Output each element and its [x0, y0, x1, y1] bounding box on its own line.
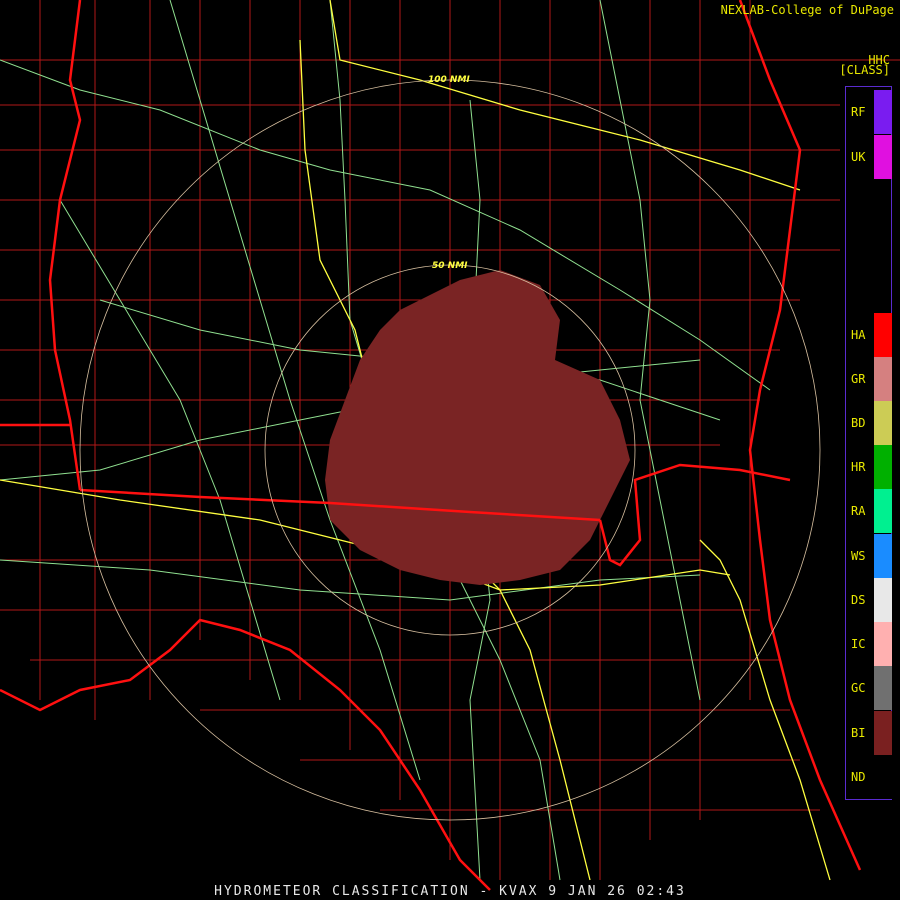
legend-label-bi: BI — [851, 726, 866, 740]
legend-label-ws: WS — [851, 549, 866, 563]
legend-label-uk: UK — [851, 150, 866, 164]
radar-map: 100 NMI 50 NMI — [0, 0, 900, 891]
legend-label-ha: HA — [851, 328, 866, 342]
legend-swatch-nd — [874, 755, 892, 799]
ring-label-100: 100 NMI — [428, 75, 470, 85]
ring-label-50: 50 NMI — [432, 261, 468, 271]
legend-swatch-ic — [874, 622, 892, 666]
legend-label-hr: HR — [851, 460, 866, 474]
legend-label-nd: ND — [851, 770, 866, 784]
legend-label-ds: DS — [851, 593, 866, 607]
legend-label-rf: RF — [851, 105, 866, 119]
legend-label-ra: RA — [851, 504, 866, 518]
legend-swatch-bi — [874, 711, 892, 755]
legend-label-ic: IC — [851, 637, 866, 651]
radar-echo — [325, 270, 630, 585]
legend-swatch-bd — [874, 401, 892, 445]
credit-label: NEXLAB-College of DuPage — [720, 3, 894, 17]
legend-swatch-ha — [874, 313, 892, 357]
legend-swatch-gr — [874, 357, 892, 401]
legend-label-bd: BD — [851, 416, 866, 430]
product-class: [CLASS] — [839, 63, 890, 77]
legend-swatch-gc — [874, 666, 892, 710]
legend-swatch-rf — [874, 90, 892, 134]
footer-caption: HYDROMETEOR CLASSIFICATION - KVAX 9 JAN … — [214, 884, 686, 899]
legend-label-gr: GR — [851, 372, 866, 386]
legend-swatch-ds — [874, 578, 892, 622]
legend-swatch-hr — [874, 445, 892, 489]
legend-swatch-ws — [874, 534, 892, 578]
legend-swatch-ra — [874, 489, 892, 533]
legend-label-gc: GC — [851, 681, 866, 695]
legend-swatch-uk — [874, 135, 892, 179]
